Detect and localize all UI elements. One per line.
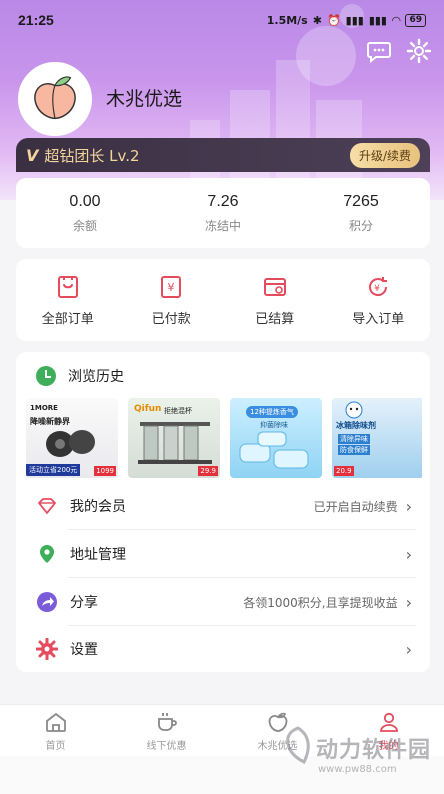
diamond-icon [36,495,58,517]
share-icon [36,591,58,613]
menu-label: 分享 [70,595,98,611]
paid-icon: ¥ [161,275,182,298]
status-bar: 21:25 1.5M/s ✱ ⏰ ▮▮▮ ▮▮▮ ◠ 69 [0,0,444,40]
menu-item-settings[interactable]: 设置 › [16,625,430,673]
orders-card: 全部订单 ¥ 已付款 已结算 ¥ 导入订单 [16,259,430,341]
main-list-card: 浏览历史 1MORE 降噪新静界 活动立省200元 1099 Qifun 拒绝混… [16,352,430,672]
chevron-right-icon: › [405,496,412,516]
tab-label: 线下优惠 [146,740,187,752]
tab-offline-deals[interactable]: 线下优惠 [111,705,222,756]
clock-icon [36,366,56,386]
stat-value: 7.26 [207,192,239,210]
svg-text:¥: ¥ [168,281,175,294]
settled-button[interactable]: 已结算 [223,259,327,341]
history-header[interactable]: 浏览历史 [36,366,124,386]
upgrade-button[interactable]: 升级/续费 [349,142,420,168]
menu-item-share[interactable]: 分享 各领1000积分,且享提现收益 › [16,578,430,626]
coffee-cup-icon [157,712,177,731]
history-thumbnails: 1MORE 降噪新静界 活动立省200元 1099 Qifun 拒绝混杯 29.… [26,398,422,478]
thumb-price: 1099 [94,466,116,476]
status-time: 21:25 [18,12,54,28]
thumb-text: 冰箱除味剂 [336,421,376,430]
thumb-price: 20.9 [334,466,354,476]
settled-icon [263,277,286,296]
menu-extra: 已开启自动续费 [313,499,398,514]
stat-value: 7265 [343,192,379,210]
order-label: 全部订单 [41,311,94,327]
signal-icon: ▮▮▮ [345,13,364,27]
order-label: 已付款 [151,311,191,327]
import-order-icon: ¥ [369,276,388,296]
import-order-button[interactable]: ¥ 导入订单 [327,259,431,341]
watermark-logo-icon [286,726,310,765]
vip-v-icon: V [26,145,39,165]
avatar[interactable] [18,62,92,136]
home-icon [45,712,66,732]
stat-label: 积分 [348,218,373,233]
thumb-text: 防食保鲜 [338,445,370,455]
all-orders-button[interactable]: 全部订单 [16,259,120,341]
alarm-icon: ⏰ [326,13,341,27]
stat-points[interactable]: 7265 积分 [292,178,430,248]
order-label: 已结算 [255,311,295,327]
message-icon[interactable] [366,38,392,68]
mascot-image [345,401,363,419]
history-item[interactable]: Qifun 拒绝混杯 29.9 [128,398,220,478]
chevron-right-icon: › [405,639,412,659]
username: 木兆优选 [106,88,183,110]
history-item[interactable]: 1MORE 降噪新静界 活动立省200元 1099 [26,398,118,478]
watermark: 动力软件园 www.pw88.com [278,720,438,786]
balance-card: 0.00 余额 7.26 冻结中 7265 积分 [16,178,430,248]
all-orders-icon [57,275,78,298]
stat-value: 0.00 [69,192,101,210]
history-item[interactable]: 12种提炼香气 抑菌除味 [230,398,322,478]
thumb-text: 12种提炼香气 [246,406,298,418]
order-label: 导入订单 [352,311,405,327]
network-speed: 1.5M/s [266,13,308,27]
chevron-right-icon: › [405,592,412,612]
thumb-price: 29.9 [198,466,218,476]
watermark-url: www.pw88.com [318,764,397,775]
thumb-text: Qifun [134,404,162,414]
menu-item-membership[interactable]: 我的会员 已开启自动续费 › [16,482,430,530]
history-item[interactable]: 冰箱除味剂 清除异味 防食保鲜 20.9 [332,398,422,478]
wifi-icon: ◠ [392,13,401,27]
stat-label: 冻结中 [204,218,241,233]
stat-frozen[interactable]: 7.26 冻结中 [154,178,292,248]
battery-icon: 69 [405,13,426,27]
history-title: 浏览历史 [68,369,124,385]
air-freshener-image [239,431,309,469]
svg-text:¥: ¥ [374,284,380,294]
stat-label: 余额 [72,218,97,233]
menu-label: 我的会员 [70,499,126,515]
location-icon [36,543,58,565]
menu-label: 地址管理 [70,547,126,563]
thumb-text: 1MORE [30,404,58,412]
tab-label: 首页 [45,740,66,752]
menu-item-address[interactable]: 地址管理 › [16,530,430,578]
thumb-text: 清除异味 [338,434,370,444]
watermark-text: 动力软件园 [316,738,432,763]
stat-balance[interactable]: 0.00 余额 [16,178,154,248]
tab-home[interactable]: 首页 [0,705,111,756]
thumb-text: 拒绝混杯 [164,407,192,415]
bluetooth-icon: ✱ [312,13,322,27]
cup-rack-image [138,422,212,464]
chevron-right-icon: › [405,544,412,564]
gear-icon [36,638,58,660]
peach-logo-icon [24,68,86,130]
earbuds-image [46,430,95,457]
signal-icon-2: ▮▮▮ [368,13,387,27]
settings-gear-icon[interactable] [406,38,432,68]
vip-level-bar[interactable]: V 超钻团长 Lv.2 升级/续费 [16,138,430,172]
thumb-text: 抑菌除味 [260,421,288,429]
thumb-text: 活动立省200元 [26,464,81,476]
paid-button[interactable]: ¥ 已付款 [120,259,224,341]
level-badge: 超钻团长 Lv.2 [44,146,140,165]
menu-label: 设置 [70,642,98,658]
menu-extra: 各领1000积分,且享提现收益 [243,595,398,610]
